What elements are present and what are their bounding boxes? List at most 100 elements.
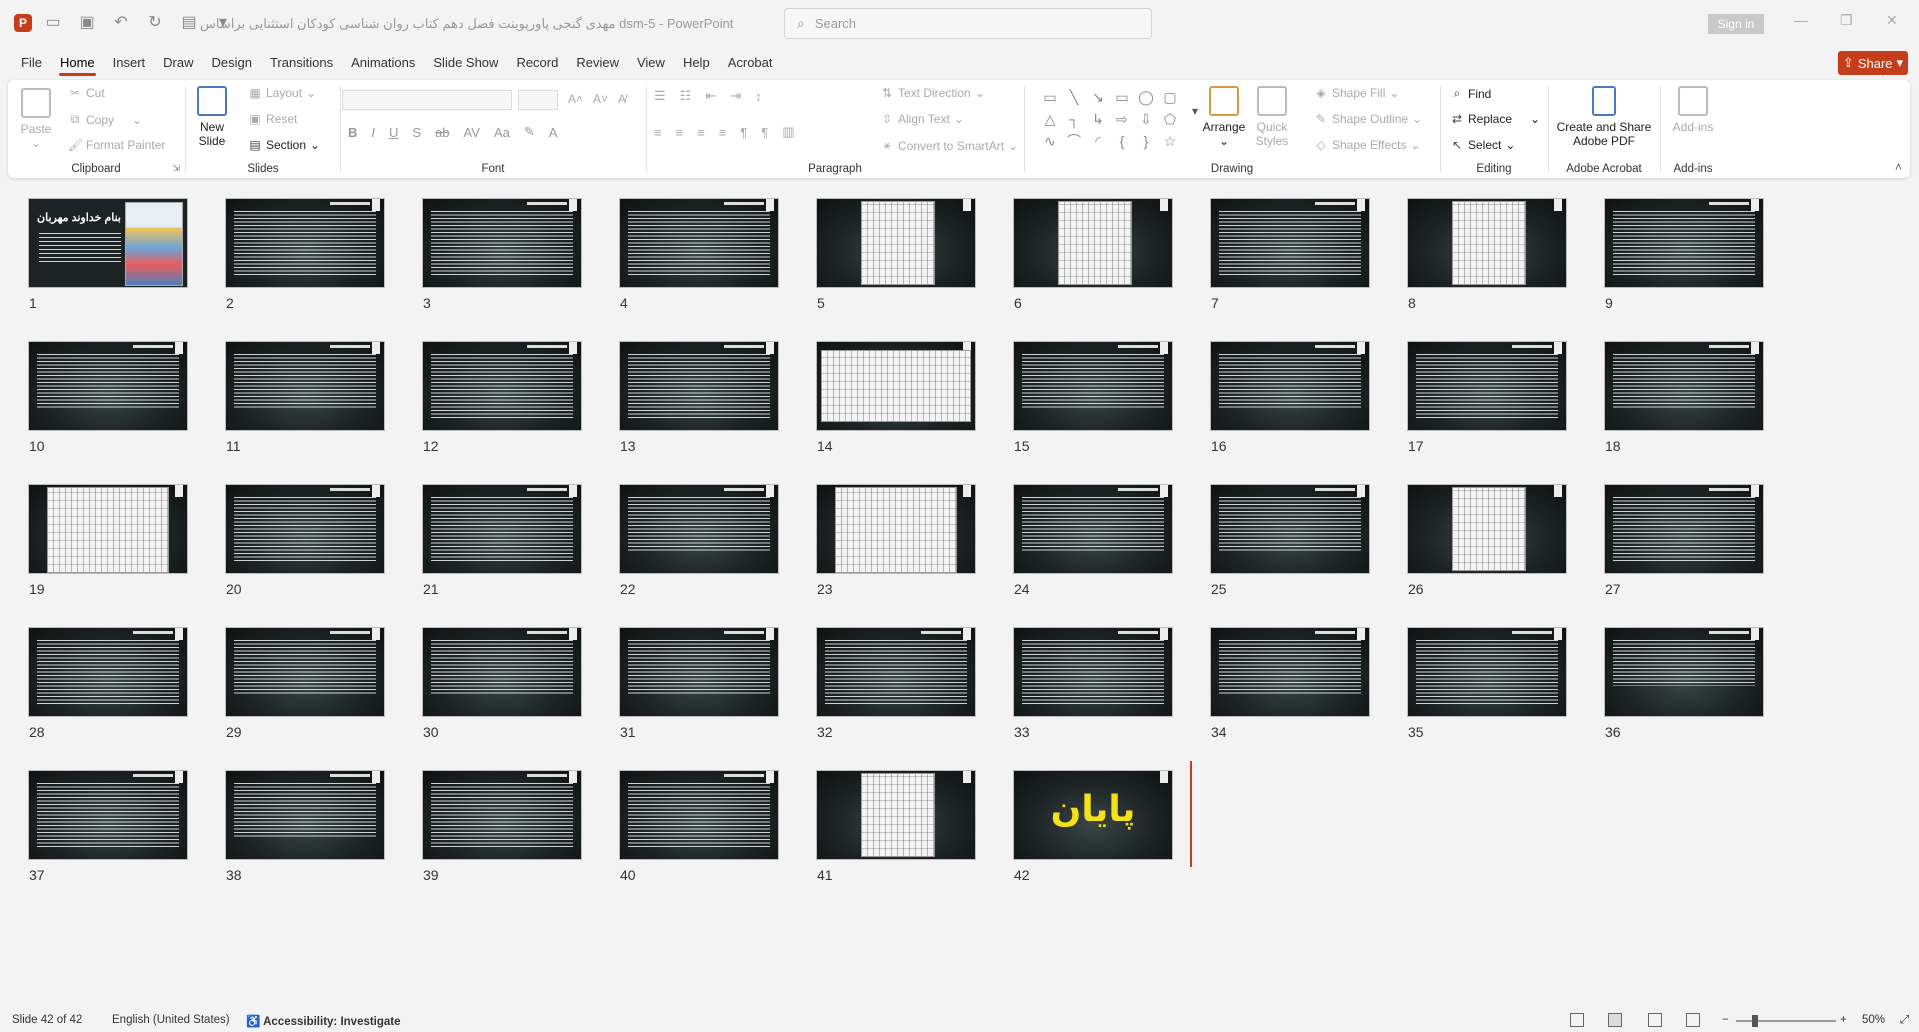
slide-thumbnail[interactable]: 34 xyxy=(1210,627,1370,740)
slide-thumbnail[interactable]: 4 xyxy=(619,198,779,311)
slide-thumbnail[interactable]: 8 xyxy=(1407,198,1567,311)
layout-button[interactable]: ▦ Layout ⌄ xyxy=(248,86,316,100)
grow-font-icon[interactable]: A˄ xyxy=(568,92,583,106)
underline-button[interactable]: U xyxy=(389,125,398,140)
slide-thumbnail[interactable]: 7 xyxy=(1210,198,1370,311)
cut-button[interactable]: ✂ Cut xyxy=(68,86,105,100)
shadow-button[interactable]: S xyxy=(412,125,421,140)
restore-icon[interactable]: ❐ xyxy=(1840,12,1853,29)
slide-thumbnail[interactable]: 10 xyxy=(28,341,188,454)
slide-thumbnail[interactable]: 40 xyxy=(619,770,779,883)
elbow-connector-icon[interactable]: ┐ xyxy=(1062,108,1086,130)
close-icon[interactable]: ✕ xyxy=(1886,12,1898,29)
accessibility-status[interactable]: ♿ Accessibility: Investigate xyxy=(246,1014,401,1028)
slide-thumbnail[interactable]: 21 xyxy=(422,484,582,597)
slide-thumbnail[interactable]: 26 xyxy=(1407,484,1567,597)
slide-thumbnail[interactable]: 27 xyxy=(1604,484,1764,597)
redo-icon[interactable]: ↻ xyxy=(146,12,164,32)
tab-file[interactable]: File xyxy=(12,50,51,76)
reading-view-icon[interactable] xyxy=(1648,1013,1662,1027)
zoom-slider[interactable] xyxy=(1736,1020,1836,1022)
columns-icon[interactable]: ▥ xyxy=(782,124,794,140)
increase-indent-icon[interactable]: ⇥ xyxy=(730,88,741,104)
down-arrow-shape-icon[interactable]: ⇩ xyxy=(1134,108,1158,130)
save-icon[interactable]: ▣ xyxy=(78,12,96,32)
align-right-icon[interactable]: ≡ xyxy=(697,125,705,140)
minimize-icon[interactable]: — xyxy=(1794,12,1808,28)
slide-thumbnail[interactable]: 2 xyxy=(225,198,385,311)
slide-thumbnail[interactable]: 13 xyxy=(619,341,779,454)
font-name-dropdown[interactable] xyxy=(342,90,512,110)
slide-thumbnail[interactable]: 6 xyxy=(1013,198,1173,311)
create-share-pdf-button[interactable]: Create and Share Adobe PDF xyxy=(1554,86,1654,148)
new-slide-button[interactable]: New Slide xyxy=(192,86,232,148)
textbox-shape-icon[interactable]: ▭ xyxy=(1038,86,1062,108)
change-case-icon[interactable]: Aa xyxy=(494,125,510,140)
zoom-out-icon[interactable]: − xyxy=(1722,1014,1729,1026)
slide-thumbnail[interactable]: 20 xyxy=(225,484,385,597)
strikethrough-button[interactable]: ab xyxy=(435,125,449,140)
arrow-line-icon[interactable]: ↘ xyxy=(1086,86,1110,108)
align-left-icon[interactable]: ≡ xyxy=(654,125,662,140)
slide-thumbnail[interactable]: 9 xyxy=(1604,198,1764,311)
arc-shape-icon[interactable]: ◜ xyxy=(1086,130,1110,152)
elbow-arrow-icon[interactable]: ↳ xyxy=(1086,108,1110,130)
pentagon-shape-icon[interactable]: ⬠ xyxy=(1158,108,1182,130)
autosave-icon[interactable]: ▭ xyxy=(44,12,62,32)
slide-thumbnail[interactable]: 38 xyxy=(225,770,385,883)
slide-thumbnail[interactable]: 17 xyxy=(1407,341,1567,454)
slide-thumbnail[interactable]: 31 xyxy=(619,627,779,740)
quick-styles-button[interactable]: Quick Styles xyxy=(1252,86,1292,148)
convert-smartart-button[interactable]: ⚹ Convert to SmartArt ⌄ xyxy=(880,138,1018,153)
left-brace-icon[interactable]: { xyxy=(1110,130,1134,152)
find-button[interactable]: ⌕ Find xyxy=(1450,86,1492,101)
slide-thumbnail[interactable]: 25 xyxy=(1210,484,1370,597)
zoom-in-icon[interactable]: + xyxy=(1840,1014,1847,1026)
slide-thumbnail[interactable]: 15 xyxy=(1013,341,1173,454)
font-size-dropdown[interactable] xyxy=(518,90,558,110)
tab-animations[interactable]: Animations xyxy=(342,50,424,76)
tab-record[interactable]: Record xyxy=(507,50,567,76)
tab-acrobat[interactable]: Acrobat xyxy=(719,50,782,76)
slide-thumbnail[interactable]: 22 xyxy=(619,484,779,597)
line-shape-icon[interactable]: ╲ xyxy=(1062,86,1086,108)
slide-thumbnail[interactable]: 29 xyxy=(225,627,385,740)
text-direction-button[interactable]: ⇅ Text Direction ⌄ xyxy=(880,86,985,100)
slide-thumbnail[interactable]: 23 xyxy=(816,484,976,597)
slide-thumbnail[interactable]: 33 xyxy=(1013,627,1173,740)
italic-button[interactable]: I xyxy=(371,125,375,140)
slide-thumbnail[interactable]: 12 xyxy=(422,341,582,454)
slide-thumbnail[interactable]: 41 xyxy=(816,770,976,883)
slide-thumbnail[interactable]: 30 xyxy=(422,627,582,740)
line-spacing-icon[interactable]: ↕ xyxy=(755,89,762,104)
undo-icon[interactable]: ↶ xyxy=(112,12,130,32)
normal-view-icon[interactable] xyxy=(1570,1013,1584,1027)
bold-button[interactable]: B xyxy=(348,125,357,140)
paste-button[interactable]: Paste ⌄ xyxy=(16,88,56,150)
tab-slide-show[interactable]: Slide Show xyxy=(424,50,507,76)
arrange-button[interactable]: Arrange ⌄ xyxy=(1202,86,1246,148)
replace-button[interactable]: ⇄ Replace ⌄ xyxy=(1450,112,1540,126)
slide-thumbnail[interactable]: 39 xyxy=(422,770,582,883)
addins-button[interactable]: Add-ins xyxy=(1668,86,1718,134)
font-color-icon[interactable]: A xyxy=(549,125,558,140)
slide-thumbnail[interactable]: 16 xyxy=(1210,341,1370,454)
tab-design[interactable]: Design xyxy=(203,50,261,76)
justify-icon[interactable]: ≡ xyxy=(719,125,727,140)
slide-thumbnail[interactable]: 35 xyxy=(1407,627,1567,740)
fit-to-window-icon[interactable]: ⤢ xyxy=(1900,1014,1909,1027)
slide-thumbnail[interactable]: 14 xyxy=(816,341,976,454)
tab-help[interactable]: Help xyxy=(674,50,719,76)
share-button[interactable]: ⇪ Share ▾ xyxy=(1838,51,1908,75)
dialog-launcher-icon[interactable]: ⇲ xyxy=(172,163,180,174)
copy-button[interactable]: ⧉ Copy ⌄ xyxy=(68,112,142,127)
slide-thumbnail[interactable]: 36 xyxy=(1604,627,1764,740)
align-center-icon[interactable]: ≡ xyxy=(676,125,684,140)
language-status[interactable]: English (United States) xyxy=(112,1014,230,1026)
slide-thumbnail[interactable]: 11 xyxy=(225,341,385,454)
slide-thumbnail[interactable]: پایان 42 xyxy=(1013,770,1173,883)
shapes-gallery[interactable]: ▭ ╲ ↘ ▭ ◯ ▢ △ ┐ ↳ ⇨ ⇩ ⬠ ∿ ⌒ ◜{} ☆ xyxy=(1038,86,1188,156)
decrease-indent-icon[interactable]: ⇤ xyxy=(705,88,716,104)
present-icon[interactable]: ▤ xyxy=(180,12,198,32)
star-shape-icon[interactable]: ☆ xyxy=(1158,130,1182,152)
